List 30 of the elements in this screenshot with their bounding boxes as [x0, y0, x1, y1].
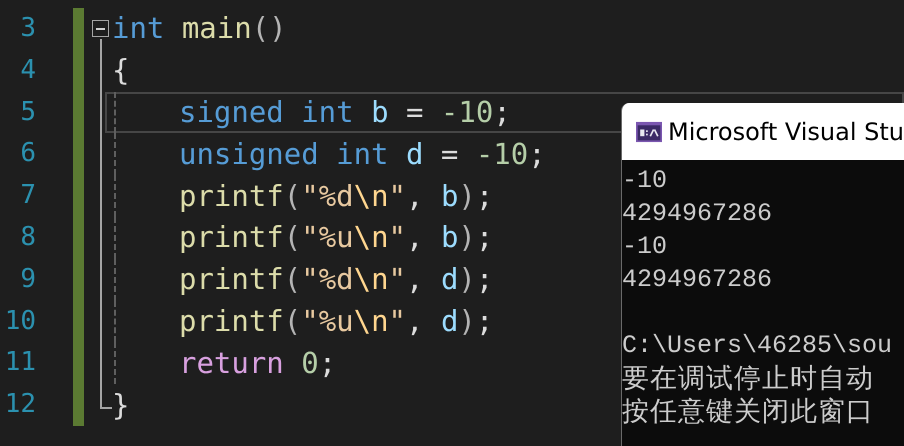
console-output-line: -10 [622, 231, 668, 263]
code-line: printf("%u\n", d); [179, 302, 494, 340]
console-title: Microsoft Visual Stu [668, 116, 904, 148]
console-message-line: 要在调试停止时自动 [622, 362, 875, 395]
line-number: 5 [19, 96, 36, 129]
console-output-line: 4294967286 [622, 198, 774, 230]
line-number: 10 [4, 304, 36, 338]
code-line: signed int b = -10; [179, 94, 511, 131]
line-number: 4 [19, 54, 36, 87]
line-number: 6 [19, 137, 36, 170]
collapse-icon[interactable] [92, 20, 109, 37]
code-line: printf("%u\n", b); [179, 219, 494, 256]
console-message-line: C:\Users\46285\sou [622, 330, 894, 362]
console-icon [636, 120, 662, 144]
line-number: 7 [19, 179, 36, 212]
code-line: } [112, 386, 130, 424]
code-line: int main() [112, 10, 287, 48]
code-line: printf("%d\n", b); [179, 178, 494, 215]
code-line: return 0; [179, 344, 336, 382]
console-output-line: 4294967286 [622, 264, 774, 296]
line-number: 12 [4, 388, 36, 422]
code-line: { [112, 52, 130, 90]
console-output-line: -10 [622, 165, 668, 197]
code-line: unsigned int d = -10; [179, 136, 546, 173]
line-number: 9 [19, 262, 36, 296]
console-message-line: 按任意键关闭此窗口 [622, 395, 875, 428]
line-number: 8 [19, 220, 36, 254]
code-line: printf("%d\n", d); [179, 261, 494, 298]
line-number: 3 [19, 12, 36, 45]
line-number: 11 [4, 346, 36, 380]
